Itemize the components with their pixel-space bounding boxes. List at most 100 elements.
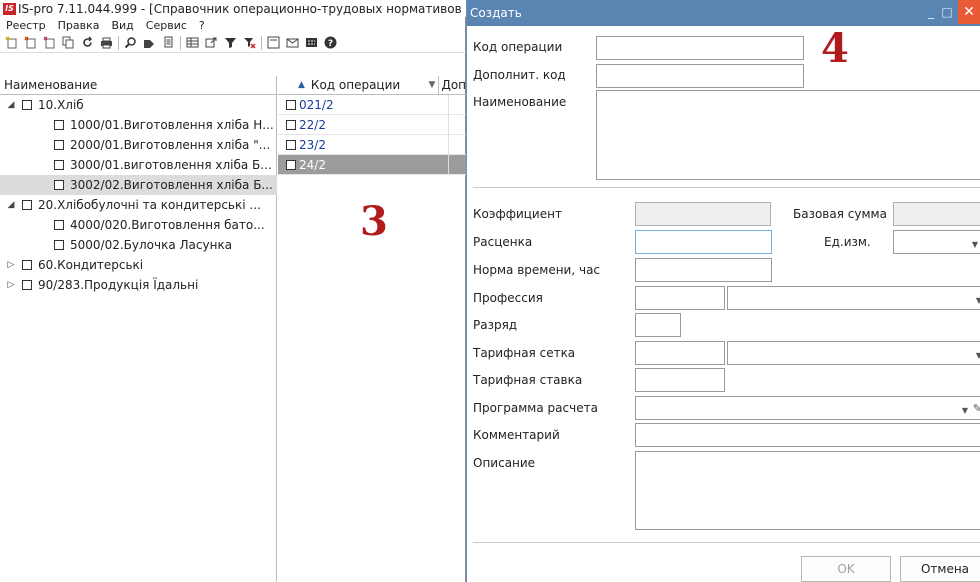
- column-filter-icon[interactable]: ▼: [429, 80, 436, 90]
- tree-item-label: 90/283.Продукція Їдальні: [38, 278, 199, 292]
- row-checkbox[interactable]: [286, 99, 296, 110]
- filter-icon[interactable]: [223, 36, 237, 50]
- table-row[interactable]: 24/2: [278, 154, 466, 175]
- mail-icon[interactable]: [285, 36, 299, 50]
- tree-item[interactable]: ◢ 10.Хліб: [0, 95, 277, 115]
- tariff-grid-code-input[interactable]: [635, 341, 725, 365]
- description-label: Описание: [473, 456, 536, 470]
- checkbox[interactable]: [54, 180, 64, 190]
- checkbox[interactable]: [22, 280, 32, 290]
- calc-program-select[interactable]: ▼ ✎: [635, 396, 980, 420]
- report-icon[interactable]: [161, 36, 175, 50]
- base-sum-field: [893, 202, 980, 226]
- checkbox[interactable]: [54, 220, 64, 230]
- tree-item[interactable]: 2000/01.Виготовлення хліба "...: [0, 135, 277, 155]
- maximize-icon[interactable]: □: [940, 3, 954, 21]
- print-icon[interactable]: [99, 36, 113, 50]
- ok-button-label: OK: [837, 562, 855, 576]
- new-doc-icon[interactable]: [4, 36, 18, 50]
- toolbar-separator: [261, 35, 262, 50]
- coef-field: [635, 202, 771, 226]
- tree-item-label: 1000/01.Виготовлення хліба Н...: [70, 118, 274, 132]
- expand-arrow-icon[interactable]: ▷: [4, 260, 18, 270]
- refresh-icon[interactable]: [80, 36, 94, 50]
- grid-icon[interactable]: [185, 36, 199, 50]
- search-icon[interactable]: [123, 36, 137, 50]
- comment-label: Комментарий: [473, 428, 560, 442]
- help-icon[interactable]: ?: [323, 36, 337, 50]
- ok-button[interactable]: OK: [801, 556, 891, 582]
- operations-grid: ▲ Код операции ▼ Доп 021/2 22/2 23/2 24/2: [278, 75, 466, 582]
- name-textarea[interactable]: [596, 90, 980, 180]
- checkbox[interactable]: [54, 240, 64, 250]
- tree-item[interactable]: 4000/020.Виготовлення бато...: [0, 215, 277, 235]
- pencil-icon[interactable]: ✎: [973, 402, 980, 415]
- checkbox[interactable]: [54, 140, 64, 150]
- table-row[interactable]: 021/2: [278, 94, 466, 115]
- row-checkbox[interactable]: [286, 119, 296, 130]
- table-row[interactable]: 23/2: [278, 134, 466, 155]
- toolbar-separator: [118, 35, 119, 50]
- copy-icon[interactable]: [61, 36, 75, 50]
- checkbox[interactable]: [22, 100, 32, 110]
- menu-item-registry[interactable]: Реестр: [0, 19, 52, 32]
- minimize-icon[interactable]: _: [924, 3, 938, 21]
- cancel-button[interactable]: Отмена: [900, 556, 980, 582]
- checkbox[interactable]: [54, 120, 64, 130]
- menu-item-service[interactable]: Сервис: [140, 19, 193, 32]
- menu-item-view[interactable]: Вид: [105, 19, 139, 32]
- section-divider: [473, 187, 980, 188]
- tree-item[interactable]: ▷ 90/283.Продукція Їдальні: [0, 275, 277, 295]
- row-checkbox[interactable]: [286, 159, 296, 170]
- column-header-code[interactable]: ▲ Код операции ▼: [278, 75, 440, 95]
- description-textarea[interactable]: [635, 451, 980, 530]
- grade-input[interactable]: [635, 313, 681, 337]
- add-code-input[interactable]: [596, 64, 804, 88]
- collapse-arrow-icon[interactable]: ◢: [4, 100, 18, 110]
- close-icon[interactable]: ✕: [958, 0, 980, 24]
- app-logo-icon: IS: [3, 2, 16, 15]
- tree-item-label: 2000/01.Виготовлення хліба "...: [70, 138, 271, 152]
- expand-arrow-icon[interactable]: ▷: [4, 280, 18, 290]
- main-window-title: IS-pro 7.11.044.999 - [Справочник операц…: [18, 1, 462, 16]
- calc-program-label: Программа расчета: [473, 401, 598, 415]
- tariff-grid-select[interactable]: ▼: [727, 341, 980, 365]
- collapse-arrow-icon[interactable]: ◢: [4, 200, 18, 210]
- toolbar: ?: [0, 33, 466, 53]
- checkbox[interactable]: [22, 260, 32, 270]
- profession-code-input[interactable]: [635, 286, 725, 310]
- tree-item[interactable]: 1000/01.Виготовлення хліба Н...: [0, 115, 277, 135]
- tariff-rate-input[interactable]: [635, 368, 725, 392]
- tree-item[interactable]: ▷ 60.Кондитерські: [0, 255, 277, 275]
- profession-select[interactable]: ▼: [727, 286, 980, 310]
- table-row[interactable]: 22/2: [278, 114, 466, 135]
- export-icon[interactable]: [204, 36, 218, 50]
- tree-item[interactable]: 5000/02.Булочка Ласунка: [0, 235, 277, 255]
- column-header-extra[interactable]: Доп: [439, 78, 466, 92]
- checkbox[interactable]: [22, 200, 32, 210]
- tree-item[interactable]: 3000/01.виготовлення хліба Б...: [0, 155, 277, 175]
- time-norm-input[interactable]: [635, 258, 772, 282]
- menu-bar: Реестр Правка Вид Сервис ?: [0, 17, 466, 33]
- rate-input[interactable]: [635, 230, 772, 254]
- menu-item-help[interactable]: ?: [193, 19, 211, 32]
- new-child-icon[interactable]: [42, 36, 56, 50]
- unit-select[interactable]: ▼: [893, 230, 980, 254]
- comment-input[interactable]: [635, 423, 980, 447]
- grid-header: ▲ Код операции ▼ Доп: [278, 75, 466, 95]
- op-code-input[interactable]: [596, 36, 804, 60]
- calc-icon[interactable]: [304, 36, 318, 50]
- clear-filter-icon[interactable]: [242, 36, 256, 50]
- tree-item-label: 20.Хлібобулочні та кондитерські ...: [38, 198, 261, 212]
- tree-header[interactable]: Наименование: [0, 76, 276, 95]
- tree-item[interactable]: ◢ 20.Хлібобулочні та кондитерські ...: [0, 195, 277, 215]
- form-icon[interactable]: [266, 36, 280, 50]
- checkbox[interactable]: [54, 160, 64, 170]
- new-sub-icon[interactable]: [23, 36, 37, 50]
- row-checkbox[interactable]: [286, 139, 296, 150]
- tree-item[interactable]: 3002/02.Виготовлення хліба Б...: [0, 175, 277, 195]
- main-titlebar: IS IS-pro 7.11.044.999 - [Справочник опе…: [0, 0, 466, 17]
- tag-icon[interactable]: [142, 36, 156, 50]
- menu-item-edit[interactable]: Правка: [52, 19, 106, 32]
- chevron-down-icon: ▼: [975, 351, 980, 360]
